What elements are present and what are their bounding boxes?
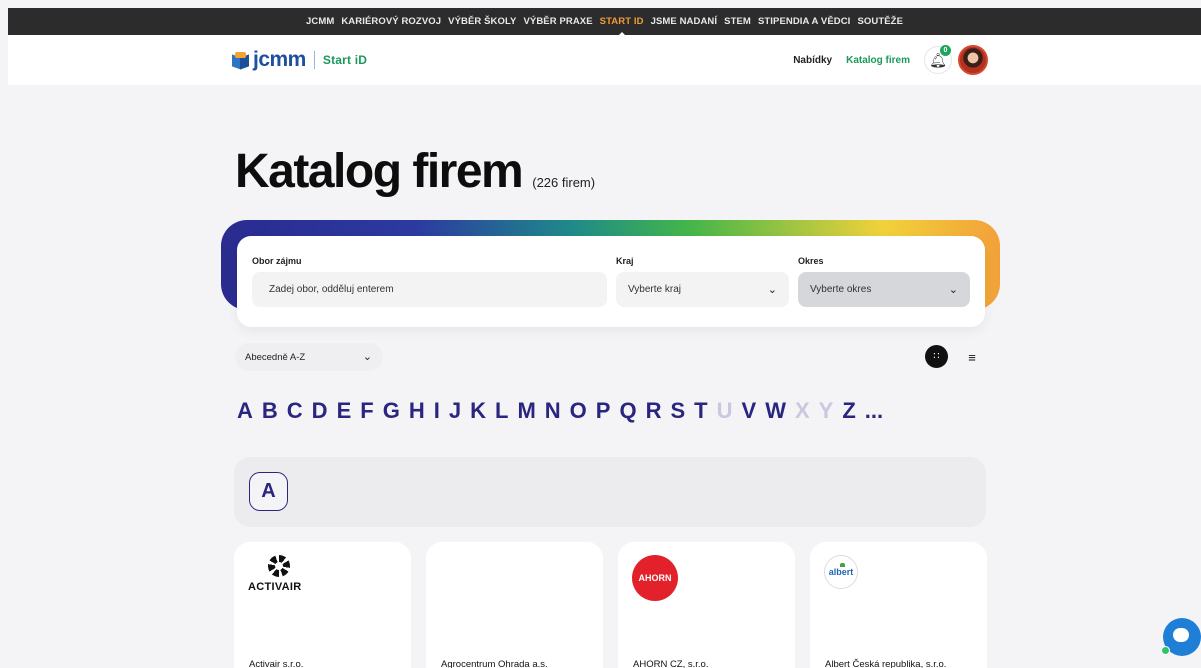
alphabet-letter-n[interactable]: N	[545, 398, 561, 424]
topnav-item-vyber-praxe[interactable]: VÝBĚR PRAXE	[523, 16, 592, 27]
logo-wordmark: jcmm	[253, 48, 306, 71]
company-card[interactable]: Agrocentrum Ohrada a.s.	[426, 542, 603, 668]
company-name: Activair s.r.o.	[249, 659, 304, 668]
activair-mark-icon	[268, 555, 290, 577]
ahorn-logo: AHORN	[632, 555, 678, 601]
online-status-dot	[1161, 646, 1170, 655]
section-letter-badge: A	[249, 472, 288, 511]
jcmm-logo[interactable]: jcmm Start iD	[232, 48, 367, 72]
topnav-item-souteze[interactable]: SOUTĚŽE	[857, 16, 903, 27]
activair-logo: ACTIVAIR	[248, 555, 302, 594]
alphabet-letter-p[interactable]: P	[596, 398, 611, 424]
alphabet-letter-u: U	[716, 398, 733, 423]
company-card[interactable]: AHORN AHORN CZ, s.r.o.	[618, 542, 795, 668]
page-title-block: Katalog firem (226 firem)	[235, 144, 595, 199]
chat-button[interactable]	[1161, 618, 1201, 656]
alphabet-letter-r[interactable]: R	[646, 398, 662, 424]
district-select[interactable]: Vyberte okres ⌄	[798, 272, 970, 307]
region-label: Kraj	[616, 256, 634, 266]
header-actions: Nabídky Katalog firem 🔔︎ 0	[793, 45, 988, 75]
alphabet-letter-x: X	[794, 398, 810, 423]
alphabet-letter-y: Y	[818, 398, 834, 423]
letter-section-header: A	[234, 457, 986, 527]
chevron-down-icon: ⌄	[362, 351, 372, 363]
topnav-item-stipendia[interactable]: STIPENDIA A VĚDCI	[758, 16, 851, 27]
notification-badge: 0	[940, 45, 951, 56]
region-select-value: Vyberte kraj	[628, 284, 681, 295]
alphabet-letter-v[interactable]: V	[742, 398, 757, 424]
albert-logo: albert	[824, 555, 858, 589]
list-view-button[interactable]: ≡	[962, 347, 982, 367]
chevron-down-icon: ⌄	[767, 284, 777, 296]
filter-panel: Obor zájmu Zadej obor, odděluj enterem K…	[237, 236, 985, 327]
alphabet-letter-m[interactable]: M	[517, 398, 535, 424]
alphabet-letter-t[interactable]: T	[694, 398, 707, 424]
alphabet-letter-g[interactable]: G	[383, 398, 400, 424]
jcmm-cube-icon	[232, 51, 249, 70]
company-name: Albert Česká republika, s.r.o.	[825, 659, 947, 668]
alphabet-letter-h[interactable]: H	[409, 398, 425, 424]
grid-icon: ∷	[933, 351, 940, 362]
page-frame: JCMM KARIÉROVÝ ROZVOJ VÝBĚR ŠKOLY VÝBĚR …	[8, 8, 1201, 668]
start-id-wordmark: Start iD	[322, 53, 368, 67]
list-icon: ≡	[968, 349, 976, 365]
company-name: AHORN CZ, s.r.o.	[633, 659, 709, 668]
sort-select-value: Abecedně A-Z	[245, 351, 306, 363]
top-navigation: JCMM KARIÉROVÝ ROZVOJ VÝBĚR ŠKOLY VÝBĚR …	[8, 8, 1201, 36]
topnav-item-jsme-nadani[interactable]: JSME NADANÍ	[651, 16, 718, 27]
alphabet-letter-b[interactable]: B	[262, 398, 278, 424]
alphabet-letter-q[interactable]: Q	[619, 398, 636, 424]
topnav-item-start-id[interactable]: START ID	[600, 16, 644, 36]
alphabet-letter-c[interactable]: C	[287, 398, 303, 424]
interest-label: Obor zájmu	[252, 256, 302, 266]
region-select[interactable]: Vyberte kraj ⌄	[616, 272, 789, 307]
logo-divider	[313, 51, 315, 69]
district-label: Okres	[798, 256, 824, 266]
alphabet-filter: A B C D E F G H I J K L M N O P Q R S T …	[237, 398, 883, 424]
alphabet-letter-z[interactable]: Z	[842, 398, 855, 424]
alphabet-letter-d[interactable]: D	[312, 398, 328, 424]
topnav-item-jcmm[interactable]: JCMM	[306, 16, 334, 27]
district-select-value: Vyberte okres	[810, 284, 872, 295]
chevron-down-icon: ⌄	[948, 284, 958, 296]
albert-wordmark: albert	[828, 567, 854, 577]
nav-link-katalog-firem[interactable]: Katalog firem	[846, 55, 910, 66]
page-title: Katalog firem	[235, 145, 524, 198]
alphabet-letter-e[interactable]: E	[337, 398, 352, 424]
alphabet-letter-f[interactable]: F	[360, 398, 373, 424]
alphabet-letter-i[interactable]: I	[434, 398, 440, 424]
company-card[interactable]: albert Albert Česká republika, s.r.o.	[810, 542, 987, 668]
sort-select[interactable]: Abecedně A-Z ⌄	[235, 343, 383, 371]
alphabet-letter-a[interactable]: A	[237, 398, 253, 424]
activair-wordmark: ACTIVAIR	[248, 581, 302, 593]
alphabet-letter-l[interactable]: L	[495, 398, 508, 424]
topnav-item-karierovy-rozvoj[interactable]: KARIÉROVÝ ROZVOJ	[341, 16, 441, 27]
alphabet-letter-j[interactable]: J	[449, 398, 461, 424]
company-count: (226 firem)	[532, 175, 596, 190]
topnav-item-stem[interactable]: STEM	[724, 16, 751, 27]
alphabet-letter-k[interactable]: K	[470, 398, 486, 424]
notifications-button[interactable]: 🔔︎ 0	[924, 45, 952, 74]
company-card[interactable]: ACTIVAIR Activair s.r.o.	[234, 542, 411, 668]
alphabet-letter-s[interactable]: S	[670, 398, 685, 424]
grid-view-button[interactable]: ∷	[925, 345, 948, 368]
company-name: Agrocentrum Ohrada a.s.	[441, 659, 548, 668]
alphabet-letter-w[interactable]: W	[765, 398, 786, 424]
user-avatar[interactable]	[958, 45, 988, 75]
alphabet-more[interactable]: ...	[865, 398, 883, 424]
interest-input[interactable]: Zadej obor, odděluj enterem	[252, 272, 607, 307]
site-header: jcmm Start iD Nabídky Katalog firem 🔔︎ 0	[8, 35, 1201, 85]
topnav-item-vyber-skoly[interactable]: VÝBĚR ŠKOLY	[448, 16, 516, 27]
alphabet-letter-o[interactable]: O	[570, 398, 587, 424]
nav-link-nabidky[interactable]: Nabídky	[793, 55, 832, 66]
